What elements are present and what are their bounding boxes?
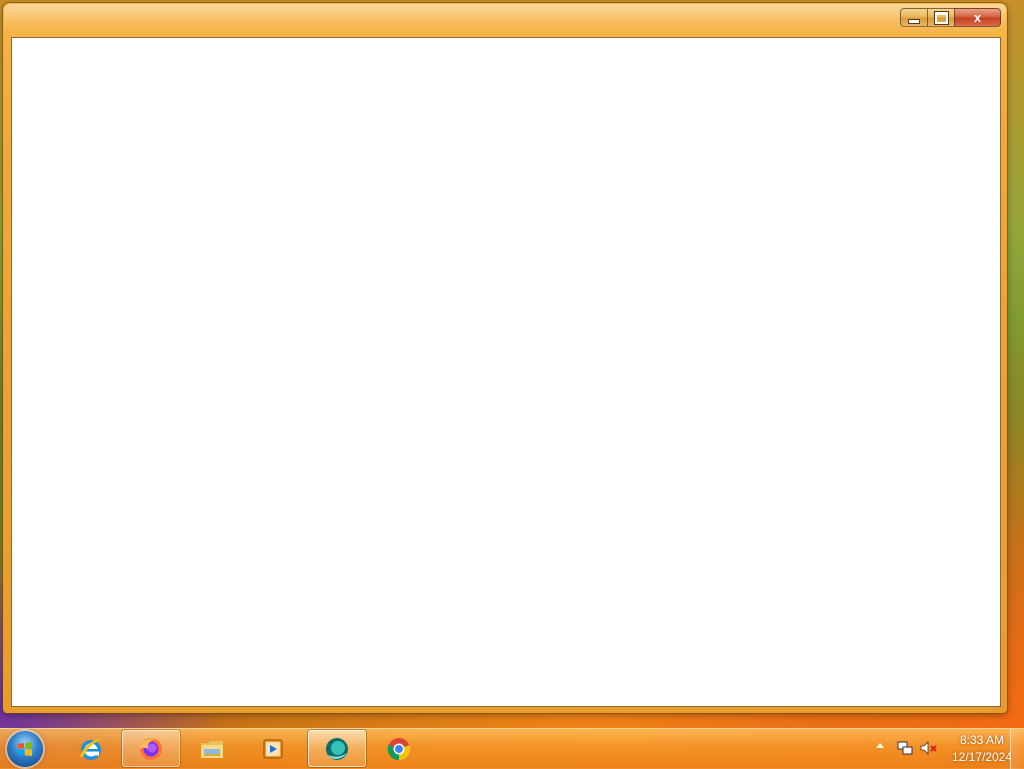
network-icon[interactable] bbox=[897, 740, 913, 756]
minimize-button[interactable] bbox=[900, 8, 927, 27]
taskbar-chrome[interactable] bbox=[370, 730, 428, 767]
internet-explorer-icon bbox=[80, 738, 103, 760]
teal-app-icon bbox=[326, 737, 348, 760]
windows-logo-icon bbox=[18, 742, 32, 756]
maximize-icon bbox=[934, 11, 948, 24]
maximize-button[interactable] bbox=[927, 8, 954, 27]
taskbar-firefox[interactable] bbox=[122, 730, 180, 767]
caption-buttons: x bbox=[900, 8, 1001, 27]
taskbar-internet-explorer[interactable] bbox=[62, 730, 120, 767]
clock-date: 12/17/2024 bbox=[951, 750, 1013, 764]
taskbar-media-player[interactable] bbox=[244, 730, 302, 767]
volume-muted-icon[interactable] bbox=[920, 740, 938, 756]
clock-time: 8:33 AM bbox=[959, 733, 1005, 747]
window-content-area[interactable] bbox=[11, 37, 1001, 707]
media-player-icon bbox=[263, 739, 283, 758]
chevron-up-icon[interactable] bbox=[876, 743, 884, 748]
close-button[interactable]: x bbox=[954, 8, 1001, 27]
close-icon: x bbox=[973, 10, 982, 25]
system-tray: 8:33 AM 12/17/2024 bbox=[864, 729, 1024, 769]
show-desktop-button[interactable] bbox=[1010, 729, 1024, 769]
taskbar: 8:33 AM 12/17/2024 bbox=[0, 728, 1024, 769]
firefox-icon bbox=[140, 737, 162, 760]
taskbar-active-app[interactable] bbox=[308, 730, 366, 767]
taskbar-file-explorer[interactable] bbox=[183, 730, 241, 767]
taskbar-clock[interactable]: 8:33 AM 12/17/2024 bbox=[946, 732, 1018, 766]
app-window[interactable]: x bbox=[3, 3, 1007, 713]
chrome-icon bbox=[387, 737, 411, 760]
minimize-icon bbox=[908, 18, 920, 24]
folder-icon bbox=[201, 740, 223, 758]
start-button[interactable] bbox=[7, 731, 43, 767]
